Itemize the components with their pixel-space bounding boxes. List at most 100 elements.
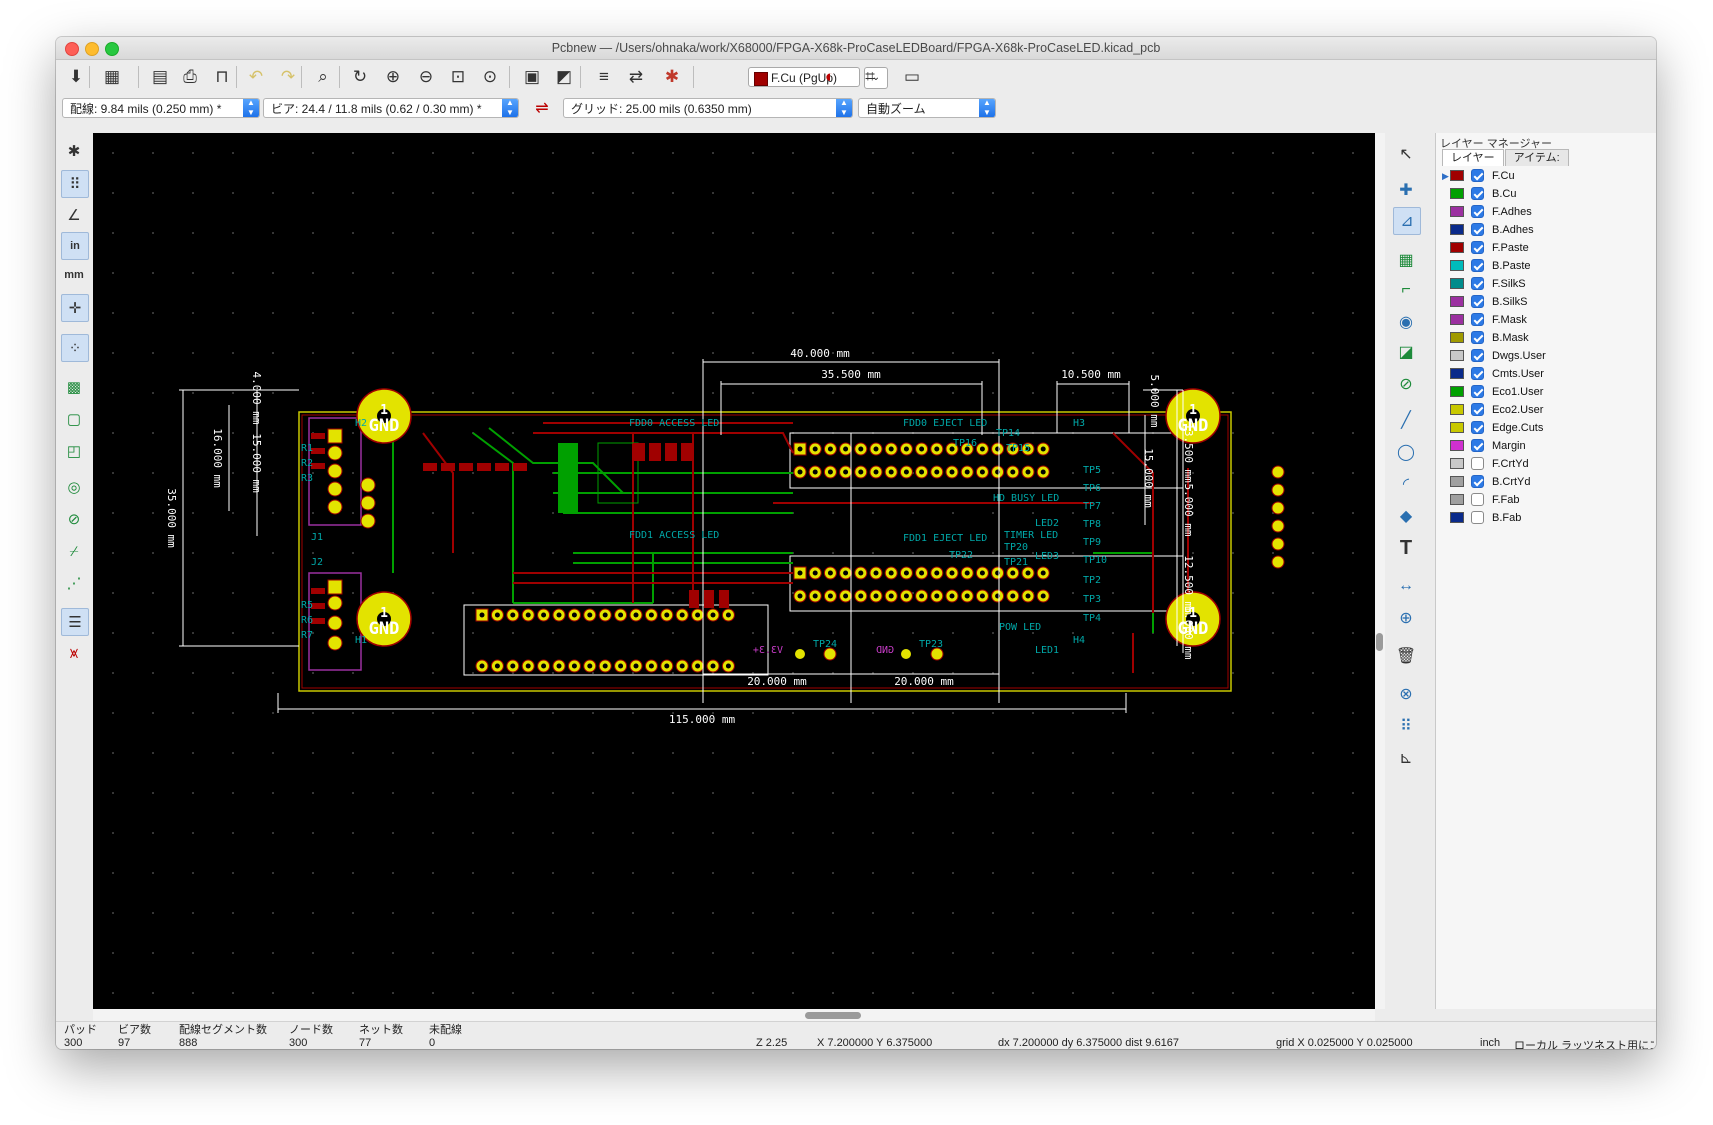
layer-color-swatch[interactable] xyxy=(1450,224,1464,235)
pad-sketch-toggle[interactable]: ◎ xyxy=(61,474,87,500)
layer-visibility-checkbox[interactable] xyxy=(1471,385,1484,398)
layer-color-swatch[interactable] xyxy=(1450,206,1464,217)
footprint-editor-button[interactable]: ▣ xyxy=(518,63,546,91)
layer-row-f-silks[interactable]: F.SilkS xyxy=(1440,275,1655,293)
layer-row-f-cu[interactable]: ▶ F.Cu xyxy=(1440,167,1655,185)
footprint-browser-button[interactable]: ◩ xyxy=(550,63,578,91)
save-button[interactable]: ⬇ xyxy=(62,63,90,91)
autoroute-button[interactable]: ⌗ xyxy=(856,63,884,91)
layer-color-swatch[interactable] xyxy=(1450,404,1464,415)
add-line-tool[interactable]: ╱ xyxy=(1393,407,1419,433)
layer-visibility-checkbox[interactable] xyxy=(1471,511,1484,524)
layer-row-b-crtyd[interactable]: B.CrtYd xyxy=(1440,473,1655,491)
layer-row-b-mask[interactable]: B.Mask xyxy=(1440,329,1655,347)
find-button[interactable]: ⌕ xyxy=(309,63,337,91)
layer-color-swatch[interactable] xyxy=(1450,260,1464,271)
layer-color-swatch[interactable] xyxy=(1450,170,1464,181)
polar-toggle[interactable]: ∠ xyxy=(61,202,87,228)
add-footprint-tool[interactable]: ▦ xyxy=(1393,247,1419,273)
layer-color-swatch[interactable] xyxy=(1450,296,1464,307)
zoom-select[interactable]: 自動ズーム ▲ ▼ xyxy=(858,98,996,118)
layer-visibility-checkbox[interactable] xyxy=(1471,367,1484,380)
track-sketch-toggle[interactable]: ⌿ xyxy=(61,538,87,564)
layer-color-swatch[interactable] xyxy=(1450,422,1464,433)
layer-row-eco1-user[interactable]: Eco1.User xyxy=(1440,383,1655,401)
ratsnest-toggle[interactable]: ⁘ xyxy=(61,334,89,362)
add-polygon-tool[interactable]: ◆ xyxy=(1393,503,1419,529)
layer-visibility-checkbox[interactable] xyxy=(1471,439,1484,452)
layer-row-dwgs-user[interactable]: Dwgs.User xyxy=(1440,347,1655,365)
cursor-toggle[interactable]: ✛ xyxy=(61,294,89,322)
auto-track-width-icon[interactable]: ⇌ xyxy=(529,96,555,120)
vertical-scroll-thumb[interactable] xyxy=(1376,633,1383,651)
layer-row-cmts-user[interactable]: Cmts.User xyxy=(1440,365,1655,383)
layer-color-swatch[interactable] xyxy=(1450,368,1464,379)
layers-manager-toggle[interactable]: ☰ xyxy=(61,608,89,636)
grid-toggle[interactable]: ⠿ xyxy=(61,170,89,198)
mm-toggle[interactable]: mm xyxy=(61,262,87,288)
layer-color-swatch[interactable] xyxy=(1450,494,1464,505)
layer-row-f-fab[interactable]: F.Fab xyxy=(1440,491,1655,509)
page-settings-button[interactable]: ▤ xyxy=(146,63,174,91)
drill-origin-tool[interactable]: ⊗ xyxy=(1393,681,1419,707)
layer-row-margin[interactable]: Margin xyxy=(1440,437,1655,455)
layer-visibility-checkbox[interactable] xyxy=(1471,349,1484,362)
layer-visibility-checkbox[interactable] xyxy=(1471,223,1484,236)
layer-row-b-cu[interactable]: B.Cu xyxy=(1440,185,1655,203)
layer-pair-button[interactable]: ◐ xyxy=(816,63,844,91)
layer-row-f-mask[interactable]: F.Mask xyxy=(1440,311,1655,329)
drc-button[interactable]: ✱ xyxy=(658,63,686,91)
layer-visibility-checkbox[interactable] xyxy=(1471,475,1484,488)
layer-visibility-checkbox[interactable] xyxy=(1471,457,1484,470)
plot-button[interactable]: ⊓ xyxy=(208,63,236,91)
horizontal-scrollbar[interactable] xyxy=(93,1009,1375,1021)
add-arc-tool[interactable]: ◜ xyxy=(1393,471,1419,497)
redo-button[interactable]: ↷ xyxy=(274,63,302,91)
redraw-button[interactable]: ↻ xyxy=(346,63,374,91)
tab-layers[interactable]: レイヤー xyxy=(1442,149,1504,166)
zoom-selection-button[interactable]: ⊙ xyxy=(476,63,504,91)
add-zone-tool[interactable]: ◪ xyxy=(1393,339,1419,365)
layer-visibility-checkbox[interactable] xyxy=(1471,331,1484,344)
keepout-tool[interactable]: ⊘ xyxy=(1393,371,1419,397)
zoom-out-button[interactable]: ⊖ xyxy=(412,63,440,91)
vertical-scrollbar[interactable] xyxy=(1375,133,1385,1009)
layer-visibility-checkbox[interactable] xyxy=(1471,259,1484,272)
add-target-tool[interactable]: ⊕ xyxy=(1393,605,1419,631)
layer-visibility-checkbox[interactable] xyxy=(1471,169,1484,182)
add-via-tool[interactable]: ◉ xyxy=(1393,309,1419,335)
zone-outline-toggle[interactable]: ▢ xyxy=(61,406,87,432)
layer-row-b-silks[interactable]: B.SilkS xyxy=(1440,293,1655,311)
layer-color-swatch[interactable] xyxy=(1450,188,1464,199)
layer-color-swatch[interactable] xyxy=(1450,476,1464,487)
zoom-fit-button[interactable]: ⊡ xyxy=(444,63,472,91)
grid-origin-tool[interactable]: ⠿ xyxy=(1393,713,1419,739)
zone-fill-toggle[interactable]: ▩ xyxy=(61,374,87,400)
layer-color-swatch[interactable] xyxy=(1450,242,1464,253)
add-circle-tool[interactable]: ◯ xyxy=(1393,439,1419,465)
board-setup-button[interactable]: ▦ xyxy=(98,63,126,91)
tab-items[interactable]: アイテム: xyxy=(1504,149,1569,166)
undo-button[interactable]: ↶ xyxy=(242,63,270,91)
layer-color-swatch[interactable] xyxy=(1450,386,1464,397)
via-sketch-toggle[interactable]: ⊘ xyxy=(61,506,87,532)
layer-visibility-checkbox[interactable] xyxy=(1471,187,1484,200)
scripting-button[interactable]: ▭ xyxy=(898,63,926,91)
horizontal-scroll-thumb[interactable] xyxy=(805,1012,861,1019)
route-track-tool[interactable]: ⌐ xyxy=(1393,277,1419,303)
layer-color-swatch[interactable] xyxy=(1450,350,1464,361)
layer-visibility-checkbox[interactable] xyxy=(1471,205,1484,218)
layer-color-swatch[interactable] xyxy=(1450,512,1464,523)
add-dimension-tool[interactable]: ↔ xyxy=(1393,573,1419,599)
inches-toggle[interactable]: in xyxy=(61,232,89,260)
layer-visibility-checkbox[interactable] xyxy=(1471,277,1484,290)
layer-row-f-adhes[interactable]: F.Adhes xyxy=(1440,203,1655,221)
layer-color-swatch[interactable] xyxy=(1450,314,1464,325)
layer-color-swatch[interactable] xyxy=(1450,332,1464,343)
layer-row-f-crtyd[interactable]: F.CrtYd xyxy=(1440,455,1655,473)
layer-color-swatch[interactable] xyxy=(1450,278,1464,289)
track-width-select[interactable]: 配線: 9.84 mils (0.250 mm) * ▲ ▼ xyxy=(62,98,260,118)
drc-markers-toggle[interactable]: ✱ xyxy=(61,138,87,164)
layer-row-f-paste[interactable]: F.Paste xyxy=(1440,239,1655,257)
layer-visibility-checkbox[interactable] xyxy=(1471,403,1484,416)
